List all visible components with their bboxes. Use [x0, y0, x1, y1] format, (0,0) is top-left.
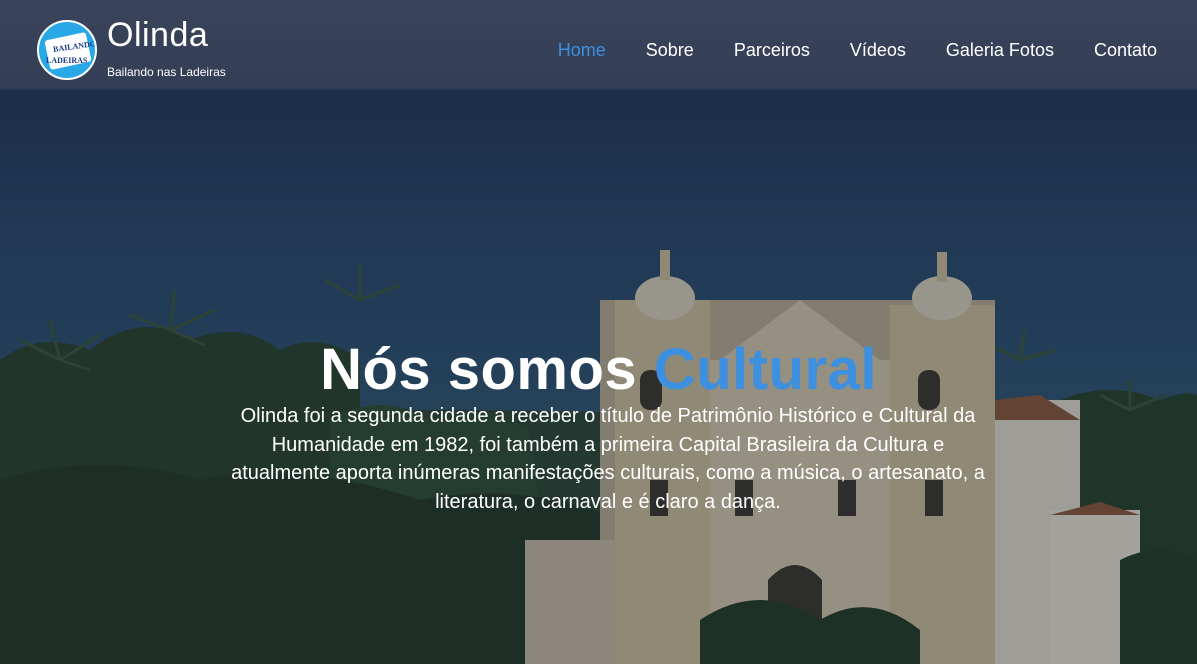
nav-link-galeria-fotos[interactable]: Galeria Fotos [946, 38, 1054, 62]
brand-title[interactable]: Olinda [107, 18, 208, 52]
hero-background-image [0, 0, 1197, 664]
nav-link-videos[interactable]: Vídeos [850, 38, 906, 62]
main-nav: Home Sobre Parceiros Vídeos Galeria Foto… [518, 38, 1157, 62]
nav-link-parceiros[interactable]: Parceiros [734, 38, 810, 62]
logo[interactable]: BAILANDO LADEIRAS [37, 20, 97, 80]
brand-subtitle: Bailando nas Ladeiras [107, 65, 226, 79]
nav-link-sobre[interactable]: Sobre [646, 38, 694, 62]
logo-text-bottom: LADEIRAS [46, 56, 88, 65]
headline-main: Nós somos [320, 336, 654, 402]
nav-link-contato[interactable]: Contato [1094, 38, 1157, 62]
hero-headline: Nós somos Cultural [0, 335, 1197, 405]
nav-link-home[interactable]: Home [558, 38, 606, 62]
headline-accent: Cultural [653, 336, 877, 402]
hero-paragraph: Olinda foi a segunda cidade a receber o … [231, 405, 985, 513]
dark-overlay [0, 0, 1197, 664]
navbar: BAILANDO LADEIRAS Olinda Bailando nas La… [0, 0, 1197, 90]
